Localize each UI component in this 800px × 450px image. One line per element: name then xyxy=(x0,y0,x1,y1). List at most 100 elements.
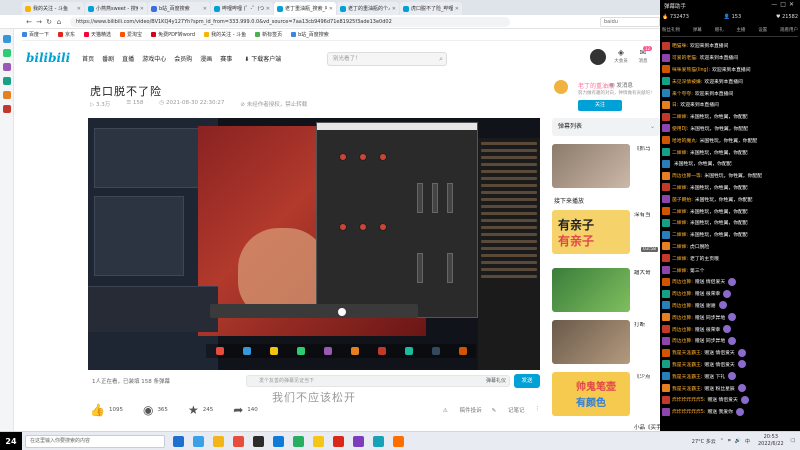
browser-tab[interactable]: 哔哩哔哩 (゜-゜)つロ 干杯~✕ xyxy=(211,2,273,15)
home-icon[interactable]: ⌂ xyxy=(54,18,64,26)
close-icon[interactable]: ✕ xyxy=(203,6,207,12)
live-message-user[interactable]: 二婶婶: xyxy=(672,255,688,262)
bookmark[interactable]: 百度一下 xyxy=(22,31,49,38)
reload-icon[interactable]: ↻ xyxy=(44,18,54,26)
browser-360-icon[interactable] xyxy=(233,435,244,447)
live-message-user[interactable]: 可爱的老猫: xyxy=(672,54,698,61)
app-icon-3[interactable] xyxy=(2,49,11,57)
live-message-user[interactable]: 我是天涯霸王: xyxy=(672,349,702,356)
coin-button[interactable]: ◉ 365 xyxy=(143,403,168,417)
volume-icon[interactable]: 🔊 xyxy=(735,438,741,444)
bookmark[interactable]: 京东 xyxy=(58,31,75,38)
close-icon[interactable]: ✕ xyxy=(140,6,144,12)
uploader-name[interactable]: 老丁的重油瓶 xyxy=(578,81,614,90)
close-icon[interactable]: ✕ xyxy=(329,6,333,12)
bookmark[interactable]: b站_百度搜索 xyxy=(291,31,329,38)
app-icon[interactable] xyxy=(373,435,384,447)
tab-gifts[interactable]: 赠礼 xyxy=(715,27,724,36)
close-icon[interactable]: ✕ xyxy=(455,6,459,12)
app-icon-6[interactable] xyxy=(2,91,11,99)
back-arrow-icon[interactable]: ← xyxy=(24,18,34,26)
app-icon[interactable] xyxy=(393,435,404,447)
nav-mall[interactable]: 会员购 xyxy=(174,54,192,63)
browser-search-field[interactable]: baidu xyxy=(600,16,660,27)
danmaku-etiquette-link[interactable]: 弹幕礼仪 xyxy=(486,376,506,386)
report-link[interactable]: ⚠ 稿件投诉 xyxy=(443,406,482,414)
recommended-video[interactable]: 帅鬼笔壶 有颜色 《少点 xyxy=(552,372,660,416)
user-avatar[interactable] xyxy=(590,49,606,65)
app-icon-2[interactable] xyxy=(2,35,11,43)
tab-settings[interactable]: 设置 xyxy=(758,27,767,36)
live-message-user[interactable]: 使用DJ: xyxy=(672,125,688,132)
nav-anime[interactable]: 番剧 xyxy=(102,54,114,63)
live-message-user[interactable]: 二婶婶: xyxy=(672,184,688,191)
live-message-user[interactable]: 炸炸炸炸炸炸5: xyxy=(672,396,705,403)
more-icon[interactable]: ⋮ xyxy=(535,406,541,414)
live-message-user[interactable]: 周边也算: xyxy=(672,302,693,309)
app-icon-7[interactable] xyxy=(2,105,11,113)
search-icon[interactable]: ⌕ xyxy=(439,53,443,65)
live-message-user[interactable]: 来个夸夸: xyxy=(672,90,693,97)
url-field[interactable]: https://www.bilibili.com/video/BV1KQ4y12… xyxy=(70,16,510,27)
app-icon[interactable] xyxy=(273,435,284,447)
live-message-user[interactable]: 炸炸炸炸炸炸5: xyxy=(672,408,705,415)
live-message-user[interactable]: 二婶婶: xyxy=(672,267,688,274)
browser-tab[interactable]: 小燕燕sweet - 搜索结果 - 哔哩哔哩✕ xyxy=(85,2,147,15)
live-message-user[interactable]: 哈哈的魔丸: xyxy=(672,137,698,144)
nav-esports[interactable]: 赛事 xyxy=(220,54,232,63)
live-message-user[interactable]: 未见深情被嫌: xyxy=(672,78,702,85)
message-entry[interactable]: ✉ 12 消息 xyxy=(634,46,652,64)
browser-tab[interactable]: 我的关注 - 斗鱼 ✕ xyxy=(22,2,84,15)
live-message-user[interactable]: 二婶婶: xyxy=(672,113,688,120)
bookmark[interactable]: 天猫精选 xyxy=(84,31,111,38)
recommended-video[interactable]: 有亲子 有亲子 03:58 深有当 xyxy=(552,210,660,254)
live-message-user[interactable]: 我是天涯霸王: xyxy=(672,361,702,368)
browser-tab[interactable]: 老丁的重油瓶的个人空间_哔哩哔哩✕ xyxy=(337,2,399,15)
share-button[interactable]: ➦ 140 xyxy=(233,403,258,417)
live-message-user[interactable]: 我是天涯霸王: xyxy=(672,373,702,380)
site-search-input[interactable]: 别光看了！ ⌕ xyxy=(327,52,447,66)
browser-tab-active[interactable]: 老丁重油瓶_搜索_哔哩哔哩✕ xyxy=(274,2,336,15)
maximize-icon[interactable]: □ xyxy=(780,1,789,8)
live-message-user[interactable]: 二婶婶: xyxy=(672,208,688,215)
danmaku-input[interactable]: 发个友善的弹幕见证当下 弹幕礼仪 xyxy=(246,375,510,387)
live-message-user[interactable]: 我是天涯霸王: xyxy=(672,385,702,392)
bookmark[interactable]: 我的关注 - 斗鱼 xyxy=(204,31,246,38)
obs-icon[interactable] xyxy=(253,435,264,447)
app-icon[interactable] xyxy=(353,435,364,447)
tab-viewers[interactable]: 观看用户 xyxy=(780,27,798,36)
recommended-video[interactable]: 《抓马 xyxy=(552,144,660,188)
tab-danmaku[interactable]: 弹幕 xyxy=(693,27,702,36)
edge-icon[interactable] xyxy=(193,435,204,447)
minimize-icon[interactable]: — xyxy=(771,1,780,8)
send-danmaku-button[interactable]: 发送 xyxy=(514,374,540,388)
app-icon[interactable] xyxy=(313,435,324,447)
nav-game-center[interactable]: 游戏中心 xyxy=(142,54,166,63)
live-message-user[interactable]: 二婶婶: xyxy=(672,149,688,156)
nav-live[interactable]: 直播 xyxy=(122,54,134,63)
tray-chevron-icon[interactable]: ⌃ xyxy=(720,438,724,444)
input-method-indicator[interactable]: 中 xyxy=(745,438,750,445)
bookmark[interactable]: 爱淘宝 xyxy=(120,31,142,38)
live-message-user[interactable]: 周边也算: xyxy=(672,278,693,285)
download-client-link[interactable]: ⬇ 下载客户端 xyxy=(244,54,281,63)
close-icon[interactable]: ✕ xyxy=(392,6,396,12)
live-message-user[interactable]: 周边也算: xyxy=(672,314,693,321)
close-icon[interactable]: ✕ xyxy=(77,6,81,12)
live-message-user[interactable]: 咪咪爱熊猫(ling): xyxy=(672,66,710,73)
weather-widget[interactable]: 27°C 多云 xyxy=(692,438,716,445)
app-icon-4[interactable] xyxy=(2,63,11,71)
live-message-user[interactable]: 晒猫咪: xyxy=(672,42,688,49)
tab-host[interactable]: 主播 xyxy=(736,27,745,36)
follow-button[interactable]: 关注 xyxy=(578,100,622,111)
bookmark[interactable]: 免费PDF转word xyxy=(151,31,195,38)
uploader-avatar[interactable] xyxy=(554,80,568,94)
live-message-user[interactable]: 二婶婶: xyxy=(672,243,688,250)
bilibili-logo[interactable]: bilibili xyxy=(26,51,70,65)
take-note-link[interactable]: ✎ 记笔记 xyxy=(492,406,525,414)
favorite-button[interactable]: ★ 245 xyxy=(188,403,213,417)
live-message-user[interactable]: 周边也算: xyxy=(672,290,693,297)
close-icon[interactable]: ✕ xyxy=(789,1,797,8)
folder-icon[interactable] xyxy=(213,435,224,447)
live-message-user[interactable]: 菌子朗拍: xyxy=(672,196,693,203)
